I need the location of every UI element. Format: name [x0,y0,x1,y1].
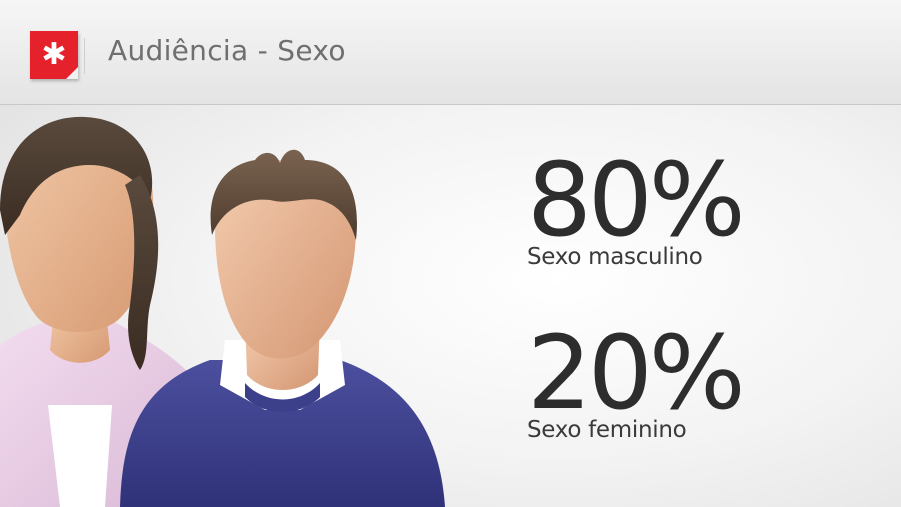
asterisk-icon: ✱ [41,37,67,72]
male-percentage: 80% [527,141,746,260]
logo-badge: ✱ [30,31,78,79]
audience-illustration [0,116,445,507]
man-avatar-icon [120,149,445,507]
header-bar: ✱ Audiência - Sexo [0,0,901,105]
male-stat: 80% Sexo masculino [527,141,746,271]
female-percentage: 20% [527,314,746,433]
page-title: Audiência - Sexo [108,34,346,67]
header-divider [84,38,85,74]
female-stat: 20% Sexo feminino [527,314,746,444]
